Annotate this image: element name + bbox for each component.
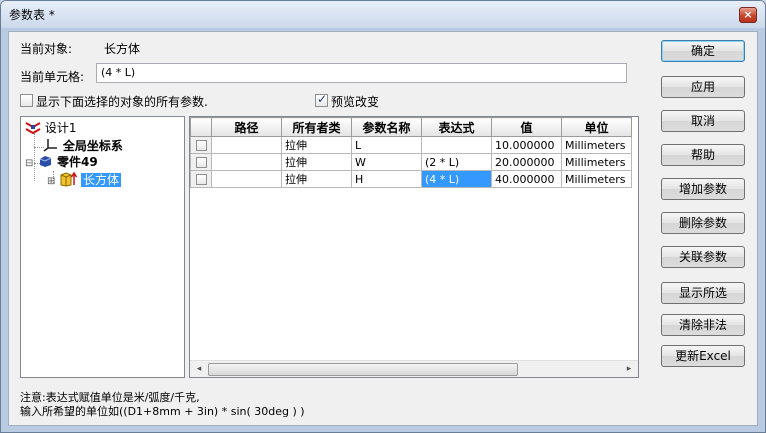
- add-parameter-button[interactable]: 增加参数: [661, 178, 745, 200]
- column-header-owner[interactable]: 所有者类: [281, 117, 352, 137]
- tree-item-label: 全局坐标系: [62, 139, 123, 153]
- value-cell[interactable]: 10.000000: [491, 136, 562, 154]
- tree-item-label: 零件49: [57, 155, 98, 169]
- close-icon: ×: [743, 8, 753, 21]
- axis-icon: [43, 139, 57, 152]
- unit-cell[interactable]: Millimeters: [561, 153, 632, 171]
- preview-changes-checkbox[interactable]: [315, 92, 328, 107]
- expression-cell[interactable]: [421, 136, 492, 154]
- expand-icon[interactable]: ⊞: [47, 176, 55, 187]
- current-cell-input[interactable]: (4 * L): [96, 63, 627, 83]
- row-checkbox[interactable]: [195, 174, 207, 185]
- current-object-label: 当前对象:: [20, 42, 73, 56]
- show-all-params-label: 显示下面选择的对象的所有参数.: [36, 95, 208, 109]
- value-cell[interactable]: 20.000000: [491, 153, 562, 171]
- tree-item-label: 长方体: [81, 173, 122, 187]
- row-select-cell[interactable]: [190, 153, 212, 171]
- column-header-name[interactable]: 参数名称: [351, 117, 422, 137]
- clear-invalid-button[interactable]: 清除非法: [661, 314, 745, 336]
- ok-button[interactable]: 确定: [661, 40, 745, 62]
- tree-item-design[interactable]: 设计1: [25, 120, 76, 136]
- column-header-select: [190, 117, 212, 137]
- unit-cell[interactable]: Millimeters: [561, 170, 632, 188]
- title-bar[interactable]: 参数表 * ×: [1, 1, 765, 28]
- window-title: 参数表 *: [9, 8, 55, 22]
- delete-parameter-button[interactable]: 删除参数: [661, 212, 745, 234]
- value-cell[interactable]: 40.000000: [491, 170, 562, 188]
- column-header-expression[interactable]: 表达式: [421, 117, 492, 137]
- current-object-value: 长方体: [104, 42, 141, 56]
- parameter-table[interactable]: 路径 所有者类 参数名称 表达式 值 单位 拉伸 L 10.000000 Mil…: [189, 116, 639, 378]
- link-parameter-button[interactable]: 关联参数: [661, 246, 745, 268]
- table-row: 拉伸 W (2 * L) 20.000000 Millimeters: [190, 153, 632, 171]
- close-button[interactable]: ×: [739, 7, 757, 23]
- preview-changes-label: 预览改变: [331, 95, 380, 109]
- row-select-cell[interactable]: [190, 170, 212, 188]
- name-cell[interactable]: L: [351, 136, 422, 154]
- cancel-button[interactable]: 取消: [661, 110, 745, 132]
- show-selected-button[interactable]: 显示所选: [661, 282, 745, 304]
- table-header-row: 路径 所有者类 参数名称 表达式 值 单位: [190, 117, 632, 137]
- name-cell[interactable]: H: [351, 170, 422, 188]
- tree-item-part[interactable]: ⊟ 零件49: [25, 154, 98, 170]
- tree-item-global-coordinates[interactable]: 全局坐标系: [43, 138, 123, 154]
- horizontal-scrollbar[interactable]: ◂ ▸: [190, 360, 638, 377]
- scrollbar-thumb[interactable]: [208, 363, 518, 376]
- collapse-icon[interactable]: ⊟: [25, 158, 33, 169]
- current-cell-label: 当前单元格:: [20, 70, 85, 84]
- scroll-left-icon[interactable]: ◂: [192, 363, 206, 376]
- table-row: 拉伸 H (4 * L) 40.000000 Millimeters: [190, 170, 632, 188]
- column-header-path[interactable]: 路径: [211, 117, 282, 137]
- units-note-line2: 输入所希望的单位如((D1+8mm + 3in) * sin( 30deg ) …: [20, 405, 305, 418]
- table-row: 拉伸 L 10.000000 Millimeters: [190, 136, 632, 154]
- part-icon: [40, 156, 52, 167]
- object-tree[interactable]: 设计1 全局坐标系 ⊟ 零件49 ⊞ 长方体: [20, 116, 185, 378]
- apply-button[interactable]: 应用: [661, 76, 745, 98]
- expression-cell[interactable]: (2 * L): [421, 153, 492, 171]
- path-cell[interactable]: [211, 153, 282, 171]
- owner-cell[interactable]: 拉伸: [281, 136, 352, 154]
- owner-cell[interactable]: 拉伸: [281, 153, 352, 171]
- tree-item-label: 设计1: [44, 121, 77, 135]
- owner-cell[interactable]: 拉伸: [281, 170, 352, 188]
- parameter-grid: 路径 所有者类 参数名称 表达式 值 单位 拉伸 L 10.000000 Mil…: [190, 117, 632, 188]
- update-excel-button[interactable]: 更新Excel: [661, 345, 745, 367]
- expression-cell-selected[interactable]: (4 * L): [421, 170, 492, 188]
- cuboid-icon: [60, 171, 78, 187]
- tree-item-cuboid[interactable]: ⊞ 长方体: [47, 171, 122, 187]
- path-cell[interactable]: [211, 170, 282, 188]
- design-icon: [25, 122, 41, 135]
- show-all-params-checkbox[interactable]: [20, 94, 33, 107]
- row-select-cell[interactable]: [190, 136, 212, 154]
- column-header-value[interactable]: 值: [491, 117, 562, 137]
- row-checkbox[interactable]: [195, 140, 207, 151]
- unit-cell[interactable]: Millimeters: [561, 136, 632, 154]
- dialog-body: 当前对象: 长方体 当前单元格: (4 * L) 显示下面选择的对象的所有参数.…: [8, 31, 758, 426]
- scroll-right-icon[interactable]: ▸: [622, 363, 636, 376]
- path-cell[interactable]: [211, 136, 282, 154]
- column-header-unit[interactable]: 单位: [561, 117, 632, 137]
- row-checkbox[interactable]: [195, 157, 207, 168]
- dialog-window: 参数表 * × 当前对象: 长方体 当前单元格: (4 * L) 显示下面选择的…: [0, 0, 766, 433]
- name-cell[interactable]: W: [351, 153, 422, 171]
- help-button[interactable]: 帮助: [661, 144, 745, 166]
